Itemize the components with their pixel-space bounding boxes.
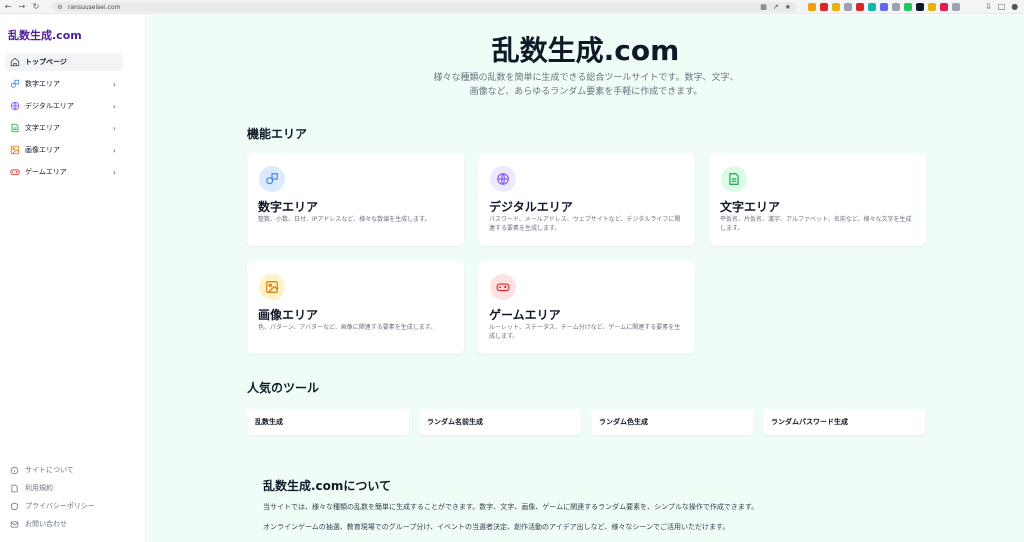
sidebar-item-number[interactable]: 数字エリア › [5,75,123,93]
extension-icon[interactable] [928,3,936,11]
address-bar[interactable]: ⚙ ransuuseisei.com ▦ ↗ ★ [52,2,797,12]
card-title: 画像エリア [258,308,319,322]
site-logo[interactable]: 乱数生成.com [8,27,82,43]
shield-icon [9,501,19,511]
globe-icon [490,166,516,192]
profile-icon[interactable]: ● [1011,2,1018,11]
extension-icon[interactable] [808,3,816,11]
url-text: ransuuseisei.com [68,3,121,11]
tool-link-random-color[interactable]: ランダム色生成 [591,409,753,435]
extension-icon[interactable] [844,3,852,11]
card-title: ゲームエリア [489,308,561,322]
browser-toolbar: ← → ↻ ⚙ ransuuseisei.com ▦ ↗ ★ ⇩ □ ● ⋮ [0,0,1024,14]
extension-icon[interactable] [904,3,912,11]
footer-link-about[interactable]: サイトについて [9,465,74,475]
extension-icon[interactable] [820,3,828,11]
image-icon [9,144,21,156]
extension-icon[interactable] [832,3,840,11]
info-icon [9,465,19,475]
about-paragraph: 当サイトでは、様々な種類の乱数を簡単に生成することができます。数字、文字、画像、… [263,503,759,511]
extension-icon[interactable] [868,3,876,11]
extension-icon[interactable] [880,3,888,11]
extension-icon[interactable] [856,3,864,11]
card-title: デジタルエリア [489,200,573,214]
card-description: ルーレット、ステータス、チーム分けなど、ゲームに関連する要素を生成します。 [489,324,681,340]
features-heading: 機能エリア [247,127,308,141]
card-title: 文字エリア [720,200,781,214]
popular-heading: 人気のツール [247,381,320,395]
page-subtitle: 様々な種類の乱数を簡単に生成できる総合ツールサイトです。数字、文字、 画像など、… [385,71,787,99]
arrow-right-icon[interactable]: → [16,1,28,13]
sidebar-item-label: ゲームエリア [25,168,67,176]
feature-card-image[interactable]: 画像エリア 色、パターン、アバターなど、画像に関連する要素を生成します。 [247,261,464,354]
globe-icon [9,100,21,112]
extension-icon[interactable] [892,3,900,11]
sidebar-item-label: 画像エリア [25,146,60,154]
reload-icon[interactable]: ↻ [30,1,42,13]
tool-link-random-name[interactable]: ランダム名前生成 [419,409,581,435]
subtitle-line: 様々な種類の乱数を簡単に生成できる総合ツールサイトです。数字、文字、 [433,73,739,83]
extensions-bar [808,3,960,11]
sidebar-item-image[interactable]: 画像エリア › [5,141,123,159]
sidebar-item-label: トップページ [25,58,67,66]
mail-icon [9,519,19,529]
card-description: 整数、小数、日付、IPアドレスなど、様々な数値を生成します。 [258,216,431,223]
shapes-icon [9,78,21,90]
gamepad-icon [9,166,21,178]
document-icon [9,122,21,134]
about-paragraph: オンラインゲームの抽選、教育現場でのグループ分け、イベントの当選者決定、創作活動… [263,523,730,531]
tab-search-icon[interactable]: □ [998,2,1006,11]
sidebar-item-digital[interactable]: デジタルエリア › [5,97,123,115]
sidebar-item-text[interactable]: 文字エリア › [5,119,123,137]
arrow-left-icon[interactable]: ← [2,1,14,13]
tool-link-random-password[interactable]: ランダムパスワード生成 [763,409,925,435]
card-description: パスワード、メールアドレス、ウェブサイトなど、デジタルライフに関連する要素を生成… [489,216,681,232]
feature-card-game[interactable]: ゲームエリア ルーレット、ステータス、チーム分けなど、ゲームに関連する要素を生成… [478,261,695,354]
feature-card-text[interactable]: 文字エリア 平仮名、片仮名、漢字、アルファベット、名前など、様々な文字を生成しま… [709,153,926,246]
page-title: 乱数生成.com [491,34,680,67]
sidebar-item-top[interactable]: トップページ [5,53,123,71]
chevron-right-icon: › [112,79,116,89]
footer-link-label: お問い合わせ [25,520,67,528]
sidebar-item-game[interactable]: ゲームエリア › [5,163,123,181]
sidebar-item-label: 文字エリア [25,124,60,132]
image-icon [259,274,285,300]
feature-card-digital[interactable]: デジタルエリア パスワード、メールアドレス、ウェブサイトなど、デジタルライフに関… [478,153,695,246]
chevron-right-icon: › [112,123,116,133]
shapes-icon [259,166,285,192]
subtitle-line: 画像など、あらゆるランダム要素を手軽に作成できます。 [469,87,703,97]
about-heading: 乱数生成.comについて [263,479,392,493]
card-description: 色、パターン、アバターなど、画像に関連する要素を生成します。 [258,324,437,331]
bookmark-star-icon[interactable]: ★ [785,3,791,11]
chevron-right-icon: › [112,101,116,111]
download-icon[interactable]: ⇩ [985,2,992,11]
footer-link-contact[interactable]: お問い合わせ [9,519,67,529]
extension-icon[interactable] [952,3,960,11]
footer-link-terms[interactable]: 利用規約 [9,483,53,493]
card-description: 平仮名、片仮名、漢字、アルファベット、名前など、様々な文字を生成します。 [720,216,912,232]
tool-link-random-number[interactable]: 乱数生成 [247,409,409,435]
chevron-right-icon: › [112,145,116,155]
about-section: 乱数生成.comについて 当サイトでは、様々な種類の乱数を簡単に生成することがで… [247,461,927,542]
sidebar-item-label: デジタルエリア [25,102,74,110]
sidebar-item-label: 数字エリア [25,80,60,88]
site-info-icon[interactable]: ⚙ [56,3,64,11]
feature-card-number[interactable]: 数字エリア 整数、小数、日付、IPアドレスなど、様々な数値を生成します。 [247,153,464,246]
footer-link-label: プライバシーポリシー [25,502,95,510]
document-icon [721,166,747,192]
footer-link-label: 利用規約 [25,484,53,492]
card-title: 数字エリア [258,200,319,214]
document-icon [9,483,19,493]
sidebar: 乱数生成.com トップページ 数字エリア › デジタルエリア › 文字エリア … [0,15,146,542]
chevron-right-icon: › [112,167,116,177]
extension-icon[interactable] [940,3,948,11]
home-icon [9,56,21,68]
extension-icon[interactable] [916,3,924,11]
footer-link-label: サイトについて [25,466,74,474]
share-icon[interactable]: ↗ [773,3,779,11]
gamepad-icon [490,274,516,300]
footer-link-privacy[interactable]: プライバシーポリシー [9,501,95,511]
main-content: 乱数生成.com 様々な種類の乱数を簡単に生成できる総合ツールサイトです。数字、… [147,15,1024,542]
translate-icon[interactable]: ▦ [760,3,767,11]
